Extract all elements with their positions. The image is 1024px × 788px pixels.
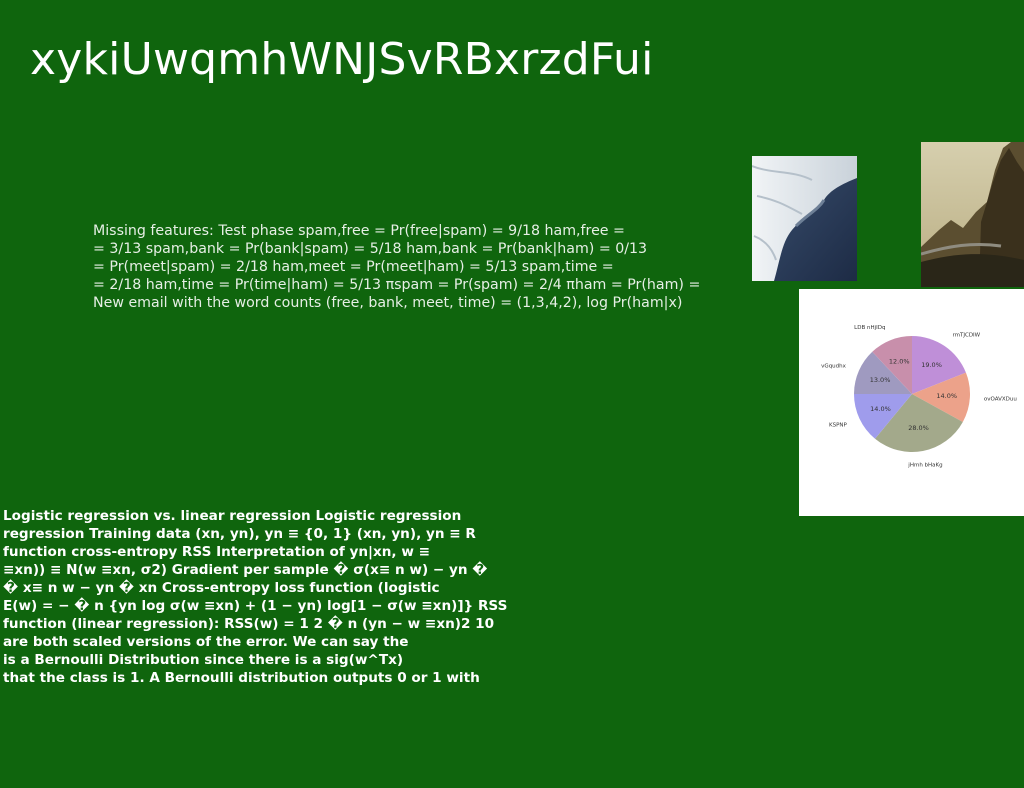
text-line: New email with the word counts (free, ba…	[93, 294, 703, 312]
wave-icon	[752, 156, 857, 281]
text-line: ≡xn)) ≡ N(w ≡xn, σ2) Gradient per sample…	[3, 561, 523, 579]
text-line: Logistic regression vs. linear regressio…	[3, 507, 523, 525]
page-title: xykiUwqmhWNJSvRBxrzdFui	[30, 34, 654, 85]
pie-category-label: LDB nHjIDq	[854, 325, 885, 331]
mountain-icon	[921, 142, 1024, 287]
pie-category-label: rmTJCDIW	[952, 332, 980, 338]
pie-pct-label: 28.0%	[908, 424, 929, 432]
pie-pct-label: 19.0%	[921, 361, 942, 369]
text-line: Missing features: Test phase spam,free …	[93, 222, 703, 240]
text-line: E(w) = − � n {yn log σ(w ≡xn) + (1 − yn)…	[3, 597, 523, 615]
pie-pct-label: 14.0%	[870, 405, 891, 413]
text-line: � x≡ n w − yn � xn Cross-entropy loss fu…	[3, 579, 523, 597]
pie-pct-label: 13.0%	[870, 376, 891, 384]
text-line: = 2/18 ham,time = Pr(time|ham) = 5/13 π…	[93, 276, 703, 294]
naive-bayes-text: Missing features: Test phase spam,free …	[93, 222, 703, 312]
pie-chart: 19.0% rmTJCDIW 14.0% ovOAVXDuu 28.0% jHmh bHa…	[799, 289, 1024, 516]
pie-category-label: ovOAVXDuu	[984, 397, 1017, 403]
text-line: that the class is 1. A Bernoulli distrib…	[3, 669, 523, 687]
wave-photo	[752, 156, 857, 281]
mountain-photo	[921, 142, 1024, 287]
text-line: = Pr(meet|spam) = 2/18 ham,meet = Pr(me…	[93, 258, 703, 276]
text-line: regression Training data (xn, yn), yn ≡ …	[3, 525, 523, 543]
text-line: function cross-entropy RSS Interpretatio…	[3, 543, 523, 561]
regression-text: Logistic regression vs. linear regressio…	[3, 507, 523, 687]
pie-category-label: vGqudhx	[821, 363, 846, 369]
pie-category-label: KSPNP	[829, 423, 848, 429]
pie-pct-label: 12.0%	[889, 358, 910, 366]
text-line: is a Bernoulli Distribution since there …	[3, 651, 523, 669]
pie-pct-label: 14.0%	[936, 392, 957, 400]
pie-category-label: jHmh bHaKg	[907, 463, 942, 469]
pie-chart-svg: 19.0% rmTJCDIW 14.0% ovOAVXDuu 28.0% jHmh bHa…	[799, 289, 1024, 516]
text-line: = 3/13 spam,bank = Pr(bank|spam) = 5/18…	[93, 240, 703, 258]
text-line: are both scaled versions of the error. W…	[3, 633, 523, 651]
text-line: function (linear regression): RSS(w) = 1…	[3, 615, 523, 633]
